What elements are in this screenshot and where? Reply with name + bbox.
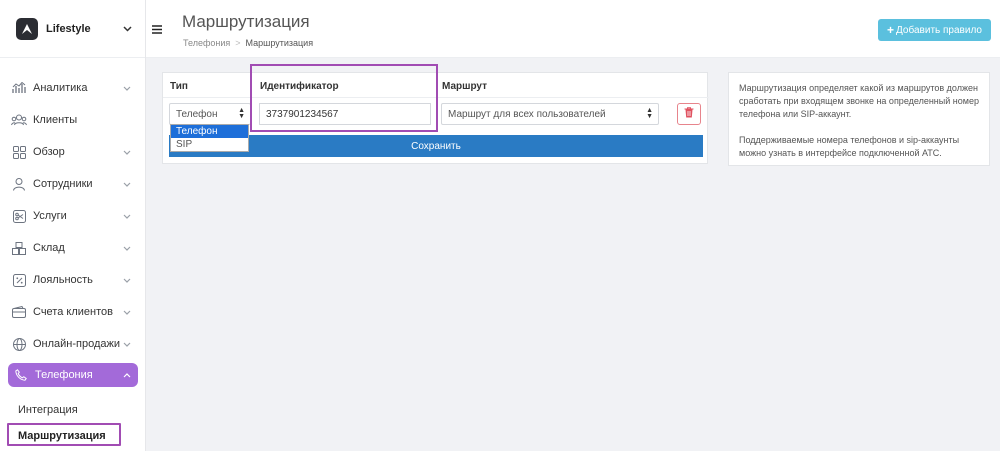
sidebar-item-warehouse[interactable]: Склад bbox=[0, 232, 146, 264]
chevron-down-icon bbox=[122, 179, 132, 189]
boxes-icon bbox=[11, 240, 27, 256]
type-option-sip[interactable]: SIP bbox=[171, 138, 248, 151]
type-dropdown-list: Телефон SIP bbox=[170, 124, 249, 152]
sidebar-item-label: Услуги bbox=[33, 210, 67, 222]
sidebar-item-label: Онлайн-продажи bbox=[33, 338, 121, 350]
add-rule-button[interactable]: + Добавить правило bbox=[878, 19, 991, 41]
sidebar-subitem-routing[interactable]: Маршрутизация bbox=[0, 425, 146, 447]
globe-icon bbox=[11, 336, 27, 352]
chevron-down-icon bbox=[122, 243, 132, 253]
breadcrumb-separator: > bbox=[235, 38, 241, 48]
top-header: Маршрутизация Телефония > Маршрутизация + … bbox=[146, 0, 1000, 58]
save-button[interactable]: Сохранить bbox=[169, 135, 703, 157]
sidebar-item-label: Телефония bbox=[35, 369, 93, 381]
user-icon bbox=[11, 176, 27, 192]
info-paragraph: Маршрутизация определяет какой из маршру… bbox=[739, 83, 979, 119]
sidebar-item-label: Обзор bbox=[33, 146, 65, 158]
plus-icon: + bbox=[887, 23, 895, 37]
chevron-down-icon bbox=[122, 211, 132, 221]
sidebar-item-analytics[interactable]: Аналитика bbox=[0, 72, 146, 104]
type-option-phone[interactable]: Телефон bbox=[171, 125, 248, 138]
updown-arrows-icon: ▲ ▼ bbox=[238, 107, 245, 120]
sidebar-item-label: Лояльность bbox=[33, 274, 93, 286]
type-select[interactable]: Телефон ▲ ▼ bbox=[169, 103, 251, 125]
clients-icon bbox=[11, 112, 27, 128]
scissors-icon bbox=[11, 208, 27, 224]
route-select-value: Маршрут для всех пользователей bbox=[448, 108, 606, 120]
sidebar-item-label: Счета клиентов bbox=[33, 306, 113, 318]
type-select-value: Телефон bbox=[176, 108, 218, 120]
percent-icon bbox=[11, 272, 27, 288]
updown-arrows-icon: ▲ ▼ bbox=[646, 107, 653, 120]
sidebar-item-overview[interactable]: Обзор bbox=[0, 136, 146, 168]
sidebar: Lifestyle Аналитика Клиенты Обзор Сотруд… bbox=[0, 0, 146, 451]
breadcrumb-current: Маршрутизация bbox=[245, 38, 314, 48]
info-panel: Маршрутизация определяет какой из маршру… bbox=[728, 72, 990, 166]
chevron-down-icon bbox=[122, 83, 132, 93]
sidebar-item-staff[interactable]: Сотрудники bbox=[0, 168, 146, 200]
sidebar-item-client-accounts[interactable]: Счета клиентов bbox=[0, 296, 146, 328]
sidebar-subitem-integration[interactable]: Интеграция bbox=[0, 399, 146, 421]
chevron-down-icon bbox=[122, 307, 132, 317]
brand-name: Lifestyle bbox=[46, 22, 91, 35]
wallet-icon bbox=[11, 304, 27, 320]
sidebar-item-label: Аналитика bbox=[33, 82, 88, 94]
trash-icon bbox=[684, 107, 694, 121]
column-header-type: Тип bbox=[170, 81, 188, 92]
delete-rule-button[interactable] bbox=[677, 103, 701, 125]
chevron-down-icon bbox=[122, 147, 132, 157]
brand-switcher[interactable]: Lifestyle bbox=[0, 0, 145, 58]
routing-rules-card: Тип Идентификатор Маршрут Телефон ▲ ▼ 373… bbox=[162, 72, 709, 164]
chevron-down-icon bbox=[122, 339, 132, 349]
header-divider bbox=[163, 97, 709, 98]
chevron-down-icon bbox=[122, 275, 132, 285]
sidebar-item-services[interactable]: Услуги bbox=[0, 200, 146, 232]
sidebar-item-online-sales[interactable]: Онлайн-продажи bbox=[0, 328, 146, 360]
phone-icon bbox=[13, 367, 29, 383]
breadcrumb: Телефония > Маршрутизация bbox=[183, 38, 313, 48]
sidebar-item-loyalty[interactable]: Лояльность bbox=[0, 264, 146, 296]
sidebar-item-telephony[interactable]: Телефония bbox=[8, 363, 138, 387]
menu-icon[interactable] bbox=[150, 22, 164, 36]
sidebar-item-clients[interactable]: Клиенты bbox=[0, 104, 146, 136]
grid-icon bbox=[11, 144, 27, 160]
info-paragraph: Поддерживаемые номера телефонов и sip-ак… bbox=[739, 135, 960, 158]
add-rule-label: Добавить правило bbox=[896, 24, 982, 36]
route-select[interactable]: Маршрут для всех пользователей ▲ ▼ bbox=[441, 103, 659, 125]
brand-logo bbox=[16, 17, 38, 40]
chevron-down-icon bbox=[121, 23, 133, 35]
sidebar-item-label: Клиенты bbox=[33, 114, 78, 126]
column-header-identifier: Идентификатор bbox=[260, 81, 339, 92]
identifier-input[interactable]: 3737901234567 bbox=[259, 103, 431, 125]
breadcrumb-telephony[interactable]: Телефония bbox=[183, 38, 230, 48]
analytics-icon bbox=[11, 80, 27, 96]
column-header-route: Маршрут bbox=[442, 81, 488, 92]
sidebar-nav: Аналитика Клиенты Обзор Сотрудники Услуг… bbox=[0, 72, 146, 447]
sidebar-item-label: Склад bbox=[33, 242, 65, 254]
page-title: Маршрутизация bbox=[182, 12, 310, 31]
chevron-up-icon bbox=[122, 370, 132, 380]
sidebar-item-label: Сотрудники bbox=[33, 178, 93, 190]
